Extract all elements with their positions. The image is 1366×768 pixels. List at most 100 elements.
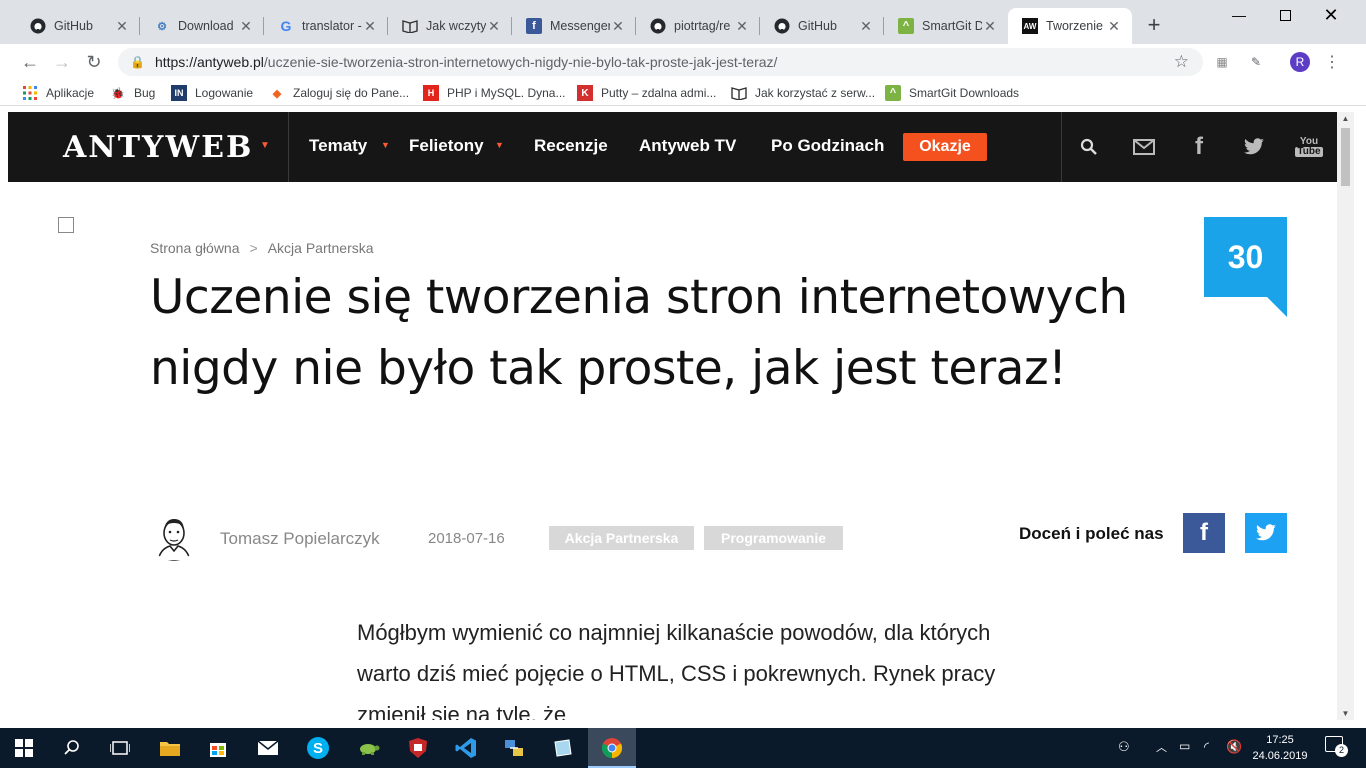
file-explorer-icon[interactable] — [146, 728, 194, 768]
network-admin-icon[interactable] — [490, 728, 538, 768]
close-tab-icon[interactable]: ✕ — [1106, 18, 1122, 35]
tab-label: GitHub — [798, 19, 837, 33]
menu-kebab-icon[interactable]: ⋮ — [1322, 52, 1342, 72]
address-bar[interactable]: 🔒 https://antyweb.pl/uczenie-sie-tworzen… — [118, 48, 1203, 76]
book-icon — [731, 85, 747, 101]
okazje-button[interactable]: Okazje — [903, 133, 987, 161]
notepad-icon[interactable] — [538, 728, 586, 768]
chrome-taskbar-icon[interactable] — [588, 728, 636, 768]
nav-item-recenzje[interactable]: Recenzje — [534, 136, 608, 156]
bookmark-item[interactable]: Aplikacje — [22, 84, 94, 102]
turtle-app-icon[interactable] — [344, 728, 392, 768]
browser-tab[interactable]: ^ SmartGit D ✕ — [884, 8, 1008, 44]
nav-item-antyweb-tv[interactable]: Antyweb TV — [639, 136, 736, 156]
author-name-link[interactable]: Tomasz Popielarczyk — [220, 529, 380, 549]
profile-avatar[interactable]: R — [1290, 52, 1310, 72]
browser-tab-active[interactable]: AW Tworzenie ✕ — [1008, 8, 1132, 44]
scroll-down-arrow-icon[interactable]: ▼ — [1341, 709, 1350, 718]
browser-tab[interactable]: Jak wczytyw ✕ — [388, 8, 512, 44]
browser-tab[interactable]: ⚙ Download ✕ — [140, 8, 264, 44]
browser-tab[interactable]: f Messenger ✕ — [512, 8, 636, 44]
vscode-icon[interactable] — [442, 728, 490, 768]
nav-item-po-godzinach[interactable]: Po Godzinach — [771, 136, 884, 156]
eyedropper-extension-icon[interactable]: ✎ — [1246, 52, 1266, 72]
bookmark-item[interactable]: 🐞 Bug — [110, 84, 155, 102]
windows-start-button[interactable] — [0, 728, 48, 768]
bookmark-label: Jak korzystać z serw... — [755, 86, 876, 100]
forward-button[interactable]: → — [50, 50, 74, 74]
close-tab-icon[interactable]: ✕ — [858, 18, 874, 35]
site-logo[interactable]: ANTYWEB — [63, 130, 253, 165]
bookmark-item[interactable]: IN Logowanie — [171, 84, 253, 102]
close-tab-icon[interactable]: ✕ — [238, 18, 254, 35]
browser-tab[interactable]: GitHub ✕ — [760, 8, 884, 44]
back-button[interactable]: ← — [18, 50, 42, 74]
minimize-window-button[interactable]: — — [1216, 0, 1262, 30]
facebook-icon[interactable]: f — [1186, 133, 1212, 160]
battery-icon[interactable]: ▭ — [1179, 739, 1190, 753]
apps-icon — [22, 85, 38, 101]
checkbox[interactable] — [58, 217, 74, 233]
close-tab-icon[interactable]: ✕ — [982, 18, 998, 35]
wifi-icon[interactable]: ◜ — [1204, 739, 1209, 755]
chevron-up-icon[interactable]: ︿ — [1156, 739, 1167, 755]
twitter-icon[interactable] — [1241, 134, 1267, 160]
chevron-down-icon[interactable]: ▼ — [381, 140, 390, 150]
youtube-icon[interactable]: You Tube — [1295, 134, 1323, 160]
smartgit-icon: ^ — [885, 85, 901, 101]
close-tab-icon[interactable]: ✕ — [114, 18, 130, 35]
browser-tab[interactable]: piotrtag/re ✕ — [636, 8, 760, 44]
bookmark-item[interactable]: Jak korzystać z serw... — [731, 84, 875, 102]
mail-icon[interactable] — [244, 728, 292, 768]
comment-count-badge[interactable]: 30 — [1204, 217, 1287, 297]
tag-programowanie[interactable]: Programowanie — [704, 526, 843, 550]
task-view-icon[interactable] — [96, 728, 144, 768]
nav-item-tematy[interactable]: Tematy — [309, 136, 367, 156]
bookmark-star-icon[interactable]: ☆ — [1174, 52, 1189, 72]
author-avatar[interactable] — [150, 513, 198, 561]
facebook-share-button[interactable]: f — [1183, 513, 1225, 553]
close-tab-icon[interactable]: ✕ — [610, 18, 626, 35]
logo-dropdown-caret-icon[interactable]: ▼ — [260, 140, 270, 151]
bookmark-label: Putty – zdalna admi... — [601, 86, 717, 100]
comment-badge-tail — [1267, 297, 1287, 317]
web-page: ANTYWEB ▼ Tematy ▼ Felietony ▼ Recenzje … — [8, 112, 1337, 720]
bookmark-item[interactable]: ◆ Zaloguj się do Pane... — [269, 84, 409, 102]
breadcrumb-home-link[interactable]: Strona główna — [150, 240, 240, 256]
close-window-button[interactable]: ✕ — [1308, 0, 1354, 30]
volume-muted-icon[interactable]: 🔇 — [1226, 739, 1242, 755]
bookmark-item[interactable]: ^ SmartGit Downloads — [885, 84, 1019, 102]
antivirus-icon[interactable] — [394, 728, 442, 768]
extension-icon[interactable]: ▦ — [1212, 52, 1232, 72]
nav-item-felietony[interactable]: Felietony — [409, 136, 484, 156]
site-navbar: ANTYWEB ▼ Tematy ▼ Felietony ▼ Recenzje … — [8, 112, 1337, 182]
system-clock[interactable]: 17:25 24.06.2019 — [1252, 732, 1308, 764]
new-tab-button[interactable]: + — [1142, 14, 1166, 38]
twitter-share-button[interactable] — [1245, 513, 1287, 553]
reload-button[interactable]: ↻ — [82, 50, 106, 74]
microsoft-store-icon[interactable] — [194, 728, 242, 768]
breadcrumb-category-link[interactable]: Akcja Partnerska — [268, 240, 374, 256]
bookmark-item[interactable]: H PHP i MySQL. Dyna... — [423, 84, 565, 102]
search-icon[interactable] — [1076, 134, 1102, 160]
tag-akcja-partnerska[interactable]: Akcja Partnerska — [549, 526, 694, 550]
close-tab-icon[interactable]: ✕ — [362, 18, 378, 35]
people-icon[interactable]: ⚇ — [1118, 739, 1130, 755]
browser-tab[interactable]: G translator - ✕ — [264, 8, 388, 44]
page-scrollbar[interactable]: ▲ ▼ — [1337, 112, 1354, 720]
notification-center-icon[interactable]: 2 — [1325, 736, 1348, 757]
tab-label: piotrtag/re — [674, 19, 731, 33]
url-host: https://antyweb.pl — [154, 54, 264, 70]
bookmark-item[interactable]: K Putty – zdalna admi... — [577, 84, 716, 102]
chevron-down-icon[interactable]: ▼ — [495, 140, 504, 150]
search-icon[interactable] — [48, 728, 96, 768]
close-tab-icon[interactable]: ✕ — [734, 18, 750, 35]
close-tab-icon[interactable]: ✕ — [486, 18, 502, 35]
scroll-up-arrow-icon[interactable]: ▲ — [1341, 114, 1350, 123]
browser-tab[interactable]: GitHub ✕ — [16, 8, 140, 44]
scrollbar-thumb[interactable] — [1341, 128, 1350, 186]
skype-icon[interactable]: S — [294, 728, 342, 768]
mail-icon[interactable] — [1131, 134, 1157, 160]
maximize-window-button[interactable] — [1262, 0, 1308, 30]
tab-label: GitHub — [54, 19, 93, 33]
